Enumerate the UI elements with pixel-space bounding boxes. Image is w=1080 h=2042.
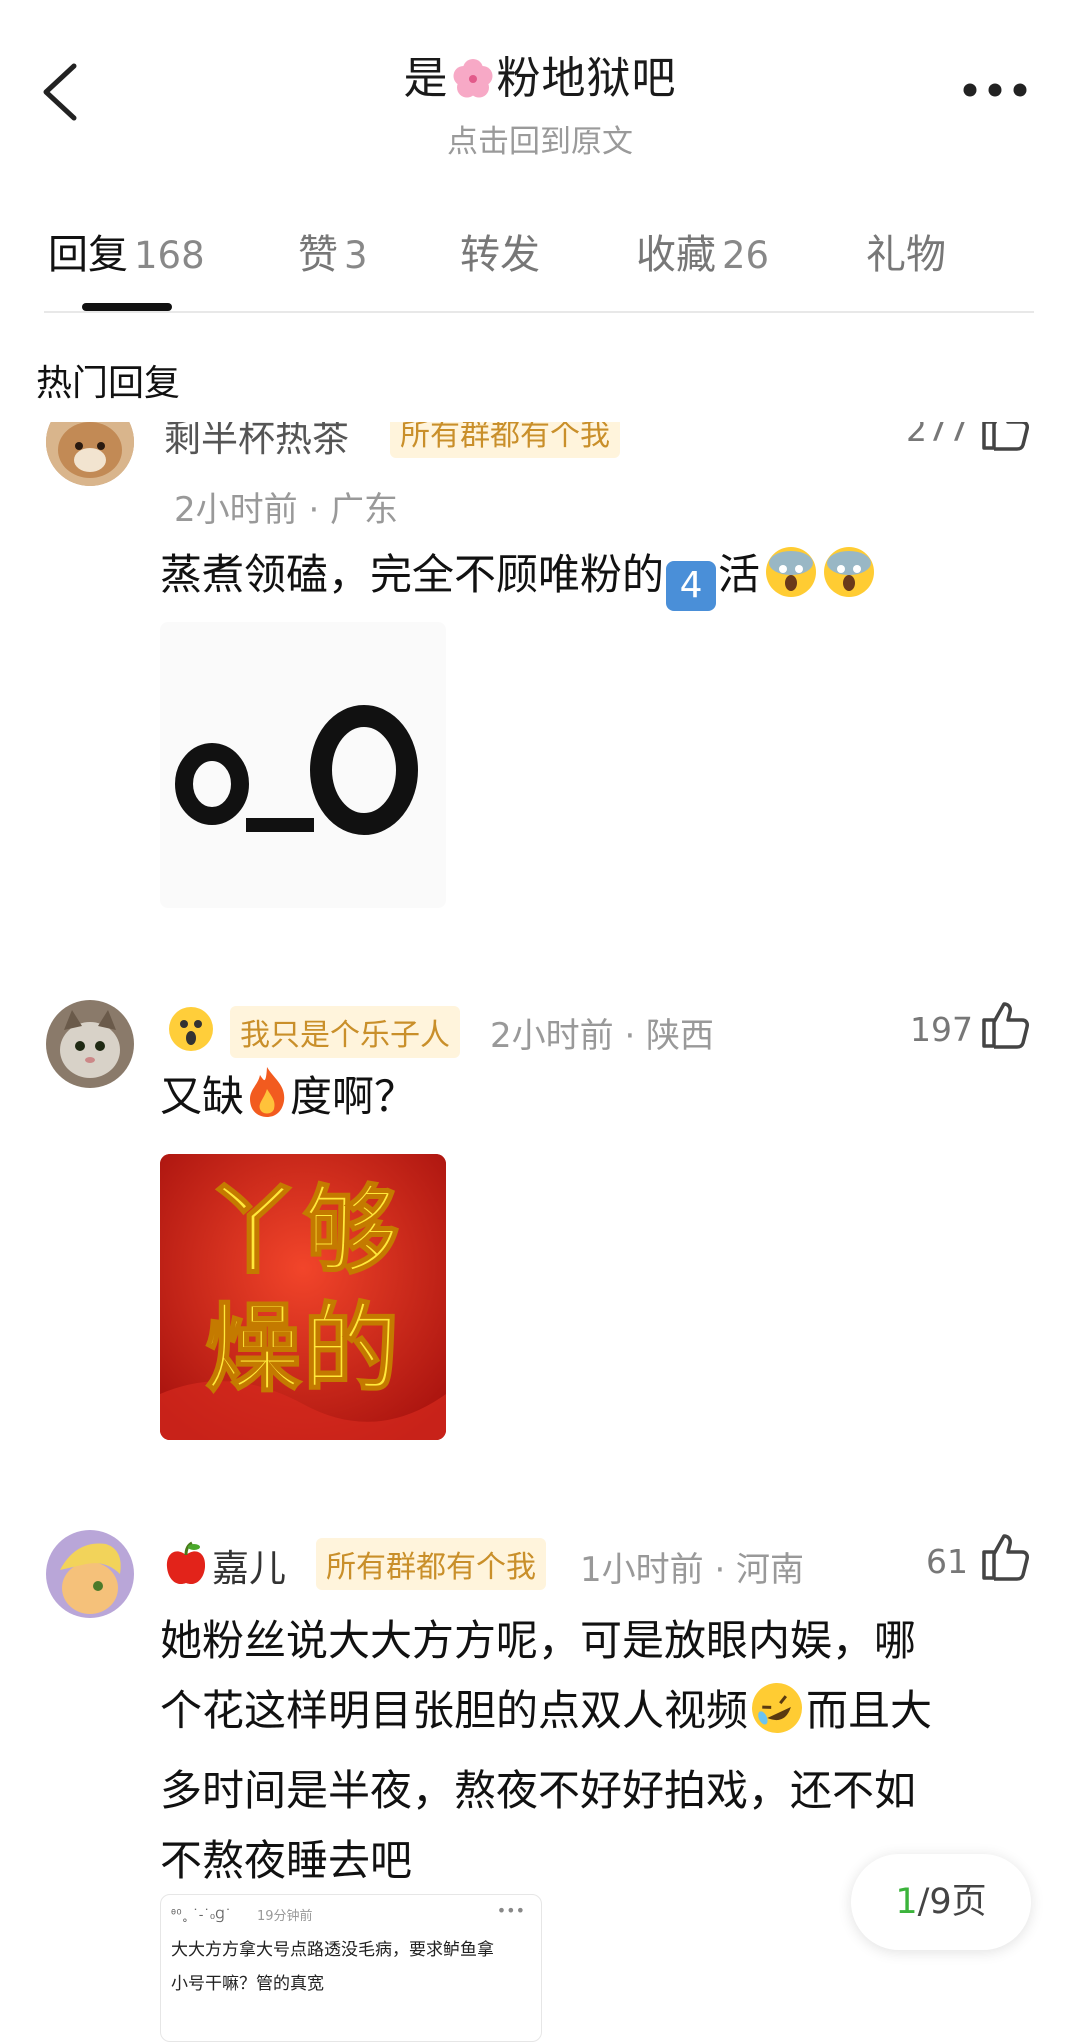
user-badge: 所有群都有个我 [390, 422, 620, 458]
scream-emoji-icon [764, 545, 818, 620]
emoji-avatar-badge-icon [166, 1004, 216, 1058]
tab-count: 26 [722, 234, 770, 277]
comment-item[interactable]: 剩半杯热茶 所有群都有个我 277 2小时前 · 广东 蒸煮领磕，完全不顾唯粉的… [0, 422, 1080, 922]
tabs-divider [44, 311, 1034, 313]
comment-line-part: 而且大 [806, 1686, 933, 1735]
comment-line: 多时间是半夜，熬夜不好好拍戏，还不如 [160, 1766, 917, 1815]
back-to-original-link[interactable]: 点击回到原文 [0, 116, 1080, 161]
comment-image[interactable] [160, 622, 446, 908]
thumbs-up-icon [982, 1002, 1029, 1049]
fire-icon [244, 1065, 290, 1140]
o-face-image [175, 705, 418, 835]
cat-avatar-image [46, 422, 134, 486]
page-indicator-button[interactable]: 1/9页 [851, 1854, 1031, 1950]
comment-line: 个花这样明目张胆的点双人视频 而且大 [160, 1676, 932, 1756]
tab-count: 168 [134, 234, 205, 277]
sticker-line: 丫够 [204, 1174, 401, 1288]
tab-favorites[interactable]: 收藏 26 [636, 222, 769, 280]
like-count: 197 [910, 1010, 973, 1049]
user-badge: 所有群都有个我 [316, 1538, 546, 1590]
thumbs-up-icon [982, 422, 1029, 451]
tab-replies[interactable]: 回复 168 [48, 222, 205, 280]
tab-label: 转发 [460, 232, 540, 278]
quoted-screenshot-card[interactable]: ᶿ⁰˳ ˙-˙₀Ɡ˙ 19分钟前 ••• 大大方方拿大号点路透没毛病，要求鲈鱼拿… [160, 1894, 542, 2042]
tab-forward[interactable]: 转发 [460, 222, 540, 280]
comment-line: 不熬夜睡去吧 [160, 1836, 413, 1885]
pony-avatar-image [46, 1530, 134, 1618]
tab-likes[interactable]: 赞3 [298, 222, 368, 280]
comment-item[interactable]: 我只是个乐子人 2小时前 · 陕西 197 又缺 度啊？ 丫够 燥的 [0, 990, 1080, 1460]
tab-label: 收藏 [636, 232, 716, 278]
more-dots-icon [963, 83, 1027, 97]
current-page: 1 [895, 1882, 918, 1922]
comment-line-part: 个花这样明目张胆的点双人视频 [160, 1686, 749, 1735]
comment-line: 她粉丝说大大方方呢，可是放眼内娱，哪 [160, 1616, 917, 1665]
rolling-laugh-emoji-icon [750, 1681, 804, 1756]
comment-text[interactable]: 又缺 度啊？ [160, 1062, 416, 1140]
username[interactable]: 嘉儿 [164, 1538, 286, 1596]
time-location: 2小时前 · 陕西 [490, 1016, 715, 1056]
total-pages: /9页 [917, 1882, 987, 1922]
more-dots-icon: ••• [496, 1901, 525, 1920]
username-text: 嘉儿 [212, 1547, 286, 1590]
title-prefix: 是 [403, 53, 449, 104]
sticker-line: 燥的 [204, 1292, 401, 1406]
comment-text[interactable]: 蒸煮领磕，完全不顾唯粉的 4 活 [160, 540, 876, 620]
username[interactable]: 剩半杯热茶 [164, 422, 349, 462]
thumbs-up-icon [982, 1534, 1029, 1581]
sticker-text: 丫够 燥的 [160, 1172, 446, 1408]
avatar[interactable] [46, 1000, 134, 1088]
avatar[interactable] [46, 1530, 134, 1618]
active-tab-indicator [82, 303, 172, 311]
tab-label: 礼物 [866, 232, 946, 278]
tab-gifts[interactable]: 礼物 [866, 222, 946, 280]
apple-icon [164, 1541, 208, 1596]
quote-user: ᶿ⁰˳ ˙-˙₀Ɡ˙ [171, 1908, 232, 1923]
scream-emoji-icon [822, 545, 876, 620]
like-button[interactable] [978, 998, 1030, 1054]
page-title: 是 粉地狱吧 [0, 42, 1080, 106]
time-location: 2小时前 · 广东 [174, 490, 399, 530]
quote-text: 大大方方拿大号点路透没毛病，要求鲈鱼拿 小号干嘛？管的真宽 [171, 1933, 494, 2001]
like-count: 277 [906, 422, 969, 449]
comment-image[interactable]: 丫够 燥的 [160, 1154, 446, 1440]
title-suffix: 粉地狱吧 [496, 53, 677, 104]
comment-text-b: 度啊？ [290, 1072, 417, 1121]
cat-avatar-image [46, 1000, 134, 1088]
time-location: 1小时前 · 河南 [580, 1550, 805, 1590]
tab-label: 回复 [48, 232, 128, 278]
quote-line: 大大方方拿大号点路透没毛病，要求鲈鱼拿 [171, 1940, 494, 1960]
comment-text[interactable]: 她粉丝说大大方方呢，可是放眼内娱，哪 个花这样明目张胆的点双人视频 而且大 多时间… [160, 1606, 932, 1896]
user-badge: 我只是个乐子人 [230, 1006, 460, 1058]
like-count: 61 [926, 1542, 968, 1581]
cherry-blossom-icon [451, 57, 495, 101]
tab-count: 3 [344, 234, 368, 277]
quote-line: 小号干嘛？管的真宽 [171, 1974, 324, 1994]
header-title-area[interactable]: 是 粉地狱吧 点击回到原文 [0, 42, 1080, 161]
comment-text-tail: 活 [718, 550, 761, 599]
like-button[interactable] [978, 422, 1030, 456]
comment-text-main: 蒸煮领磕，完全不顾唯粉的 [160, 550, 665, 599]
like-button[interactable] [978, 1530, 1030, 1586]
avatar[interactable] [46, 422, 134, 486]
more-button[interactable] [960, 80, 1030, 100]
comment-text-a: 又缺 [160, 1072, 245, 1121]
quote-time: 19分钟前 [257, 1909, 313, 1924]
keycap-4-icon: 4 [666, 561, 717, 611]
section-title: 热门回复 [36, 363, 181, 404]
tab-label: 赞 [298, 232, 338, 278]
